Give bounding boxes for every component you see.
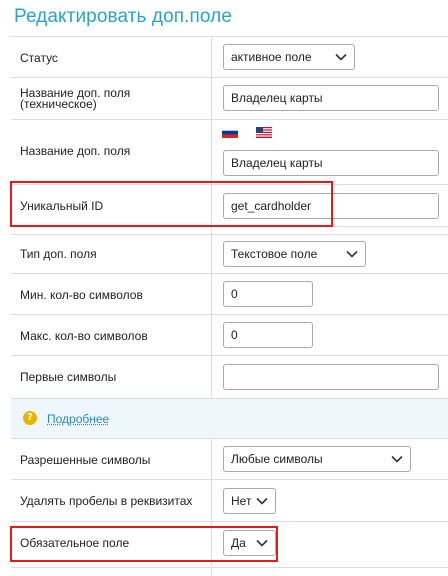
page-title: Редактировать доп.поле: [14, 6, 233, 27]
row-max-chars: Макс. кол-во символов 0: [11, 315, 448, 356]
chevron-down-icon: [346, 250, 358, 258]
row-more-info: ? Подробнее: [11, 399, 448, 439]
row-tech-name: Название доп. поля (техническое) Владеле…: [11, 78, 448, 120]
us-flag-icon[interactable]: [256, 127, 272, 138]
highlight-box-required: [10, 526, 278, 562]
highlight-box-unique-id: [10, 181, 333, 227]
display-name-label: Название доп. поля: [20, 144, 131, 158]
status-label: Статус: [20, 51, 58, 65]
field-type-select[interactable]: Текстовое поле: [223, 241, 366, 267]
tech-name-label-line2: (техническое): [20, 97, 97, 111]
edit-field-form: Статус активное поле Название доп. поля …: [10, 36, 448, 576]
min-chars-label: Мин. кол-во символов: [20, 288, 143, 302]
row-display-name: Название доп. поля Владелец карты: [11, 120, 448, 185]
chevron-down-icon: [256, 497, 268, 505]
max-chars-value: 0: [231, 328, 238, 342]
more-link[interactable]: Подробнее: [47, 412, 109, 426]
row-trailing: [11, 568, 448, 576]
status-select[interactable]: активное поле: [223, 44, 355, 70]
strip-spaces-value: Нет: [231, 494, 252, 508]
row-min-chars: Мин. кол-во символов 0: [11, 274, 448, 315]
allowed-chars-value: Любые символы: [231, 452, 323, 466]
question-icon: ?: [23, 411, 37, 425]
chevron-down-icon: [391, 455, 403, 463]
tech-name-value: Владелец карты: [231, 91, 323, 105]
max-chars-input[interactable]: 0: [223, 322, 313, 348]
row-spacer: [11, 227, 448, 235]
max-chars-label: Макс. кол-во символов: [20, 329, 148, 343]
status-value: активное поле: [231, 50, 312, 64]
strip-spaces-label: Удалять пробелы в реквизитах: [20, 494, 193, 508]
min-chars-input[interactable]: 0: [223, 281, 313, 307]
row-strip-spaces: Удалять пробелы в реквизитах Нет: [11, 480, 448, 522]
row-status: Статус активное поле: [11, 37, 448, 78]
min-chars-value: 0: [231, 287, 238, 301]
allowed-chars-select[interactable]: Любые символы: [223, 446, 411, 472]
allowed-chars-label: Разрешенные символы: [20, 453, 151, 467]
field-type-label: Тип доп. поля: [20, 247, 97, 261]
chevron-down-icon: [335, 53, 347, 61]
row-field-type: Тип доп. поля Текстовое поле: [11, 235, 448, 274]
first-chars-label: Первые символы: [20, 370, 117, 384]
display-name-value: Владелец карты: [231, 156, 323, 170]
tech-name-input[interactable]: Владелец карты: [223, 85, 439, 111]
row-allowed-chars: Разрешенные символы Любые символы: [11, 439, 448, 480]
row-first-chars: Первые символы: [11, 356, 448, 399]
strip-spaces-select[interactable]: Нет: [223, 488, 276, 514]
display-name-input[interactable]: Владелец карты: [223, 150, 439, 176]
ru-flag-icon[interactable]: [222, 127, 238, 138]
field-type-value: Текстовое поле: [231, 247, 318, 261]
first-chars-input[interactable]: [223, 364, 439, 390]
